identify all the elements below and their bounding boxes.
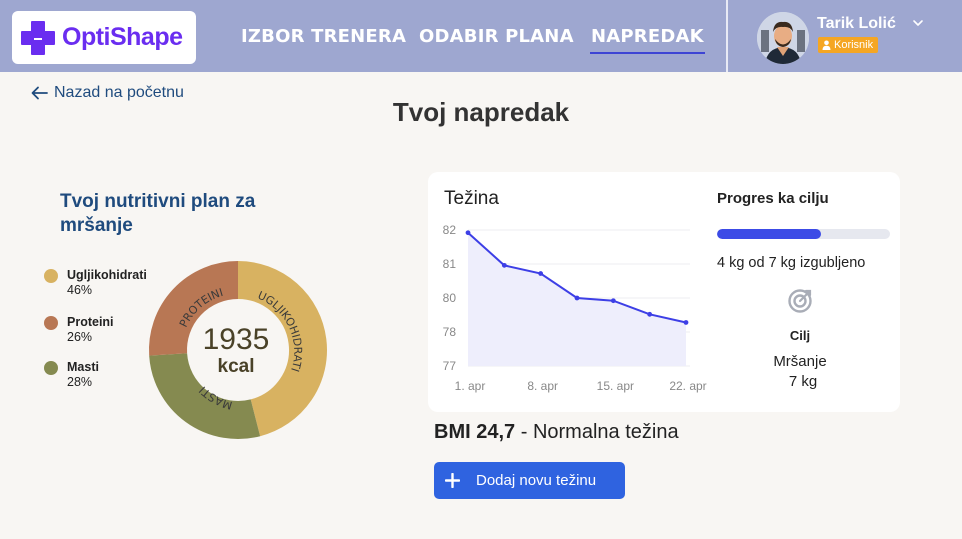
- goal-weight: 7 kg: [788, 373, 818, 390]
- legend-value: 46%: [67, 283, 93, 297]
- legend-item-fat: Masti 28%: [44, 360, 99, 390]
- y-tick-label: 77: [443, 359, 457, 373]
- weight-point: [610, 298, 616, 304]
- nav-item-progress[interactable]: NAPREDAK: [591, 26, 704, 47]
- user-name[interactable]: Tarik Lolić: [817, 15, 896, 33]
- legend-dot: [44, 361, 58, 375]
- goal-label: Cilj: [789, 328, 811, 343]
- x-tick-label: 1. apr: [455, 379, 486, 393]
- add-weight-button[interactable]: Dodaj novu težinu: [434, 462, 625, 499]
- nutrition-plan-title: Tvoj nutritivni plan za mršanje: [60, 191, 256, 236]
- y-tick-label: 82: [443, 223, 457, 237]
- avatar-image: [757, 12, 809, 64]
- legend-name: Proteini: [67, 315, 114, 329]
- legend-name: Ugljikohidrati: [67, 268, 147, 282]
- logo-cross-icon: [21, 20, 55, 55]
- add-weight-button-label: Dodaj novu težinu: [476, 472, 597, 489]
- weight-point: [538, 271, 544, 276]
- x-tick-label: 15. apr: [597, 379, 634, 393]
- page-title: Tvoj napredak: [392, 97, 570, 127]
- nav-item-trainer-choice[interactable]: IZBOR TRENERA: [241, 26, 406, 47]
- weight-point: [501, 262, 507, 268]
- header-divider: [726, 0, 728, 72]
- progress-bar: [717, 229, 890, 239]
- role-label: Korisnik: [834, 39, 874, 51]
- bmi-value: BMI 24,7: [434, 421, 516, 443]
- weight-chart: 82 81 80 78 77 1. apr 8. apr 15. apr 22. apr: [443, 223, 707, 393]
- calories-value: 1935: [203, 323, 270, 356]
- target-icon: [788, 289, 812, 313]
- bmi-separator: -: [520, 421, 528, 443]
- weight-point: [465, 230, 471, 236]
- legend-dot: [44, 269, 58, 283]
- calories-unit: kcal: [218, 356, 255, 377]
- role-badge: Korisnik: [818, 37, 879, 53]
- bmi-line: BMI 24,7 - Normalna težina: [434, 421, 679, 444]
- y-tick-label: 80: [443, 291, 457, 305]
- weight-point: [683, 320, 689, 325]
- progress-text: 4 kg od 7 kg izgubljeno: [717, 255, 866, 271]
- weight-point: [647, 311, 653, 317]
- legend-name: Masti: [67, 360, 99, 374]
- legend-dot: [44, 316, 58, 330]
- nav-active-underline: [590, 52, 705, 54]
- bmi-category: Normalna težina: [532, 421, 679, 443]
- y-tick-label: 78: [443, 325, 457, 339]
- legend-value: 26%: [67, 330, 93, 344]
- x-tick-label: 22. apr: [669, 379, 706, 393]
- legend-value: 28%: [67, 375, 93, 389]
- weight-point: [574, 295, 580, 301]
- chevron-down-icon[interactable]: [912, 17, 924, 29]
- weight-chart-title: Težina: [444, 188, 499, 209]
- logo[interactable]: OptiShape: [12, 11, 196, 64]
- plus-icon: [445, 473, 460, 488]
- avatar[interactable]: [757, 12, 809, 64]
- progress-title: Progres ka cilju: [717, 190, 829, 207]
- y-tick-label: 81: [443, 257, 457, 271]
- logo-text: OptiShape: [62, 23, 183, 51]
- legend-item-protein: Proteini 26%: [44, 315, 114, 345]
- x-tick-label: 8. apr: [527, 379, 558, 393]
- progress-bar-fill: [717, 229, 821, 239]
- macro-donut-chart: UGLJIKOHIDRATI PROTEINI MASTI 1935 kcal: [149, 261, 327, 439]
- nav-item-plan-choice[interactable]: ODABIR PLANA: [419, 26, 574, 47]
- legend-item-carbs: Ugljikohidrati 46%: [44, 268, 147, 298]
- goal-type: Mršanje: [773, 353, 827, 370]
- user-icon: [822, 40, 831, 50]
